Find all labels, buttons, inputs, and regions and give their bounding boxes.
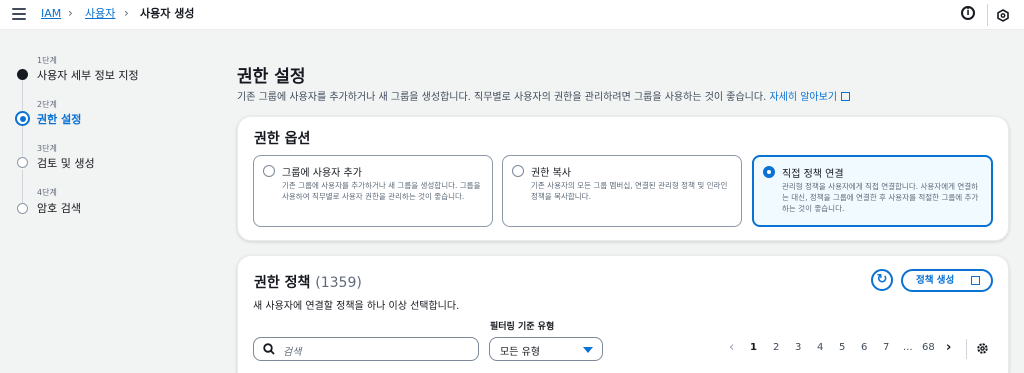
page-title: 권한 설정 xyxy=(237,67,306,87)
info-icon[interactable]: i xyxy=(961,6,975,20)
page-number[interactable]: 3 xyxy=(795,342,801,353)
option-title: 직접 정책 연결 xyxy=(782,169,844,180)
hexagon-settings-icon[interactable] xyxy=(997,9,1009,22)
policies-title-text: 권한 정책 xyxy=(254,275,311,291)
step-1-done-icon xyxy=(17,69,28,80)
policy-search-input[interactable]: 검색 xyxy=(253,337,479,361)
breadcrumb-users[interactable]: 사용자 xyxy=(85,7,115,21)
refresh-button[interactable]: ↻ xyxy=(871,269,893,291)
step-3-pending-icon xyxy=(17,157,28,168)
step-1-label[interactable]: 사용자 세부 정보 지정 xyxy=(37,67,139,83)
page-number[interactable]: 6 xyxy=(861,342,867,353)
page-ellipsis: ... xyxy=(903,342,913,353)
option-description: 기존 사용자의 모든 그룹 멤버십, 연결된 관리형 정책 및 인라인 정책을 … xyxy=(531,181,728,201)
option-title: 권한 복사 xyxy=(531,168,571,179)
toolbar-divider xyxy=(987,4,988,26)
radio-button-selected[interactable] xyxy=(763,166,775,178)
top-navigation-bar: IAM › 사용자 › 사용자 생성 i xyxy=(0,0,1024,30)
step-4-pending-icon xyxy=(17,203,28,214)
filter-type-value: 모든 유형 xyxy=(500,347,540,358)
radio-button[interactable] xyxy=(263,165,275,177)
learn-more-label: 자세히 알아보기 xyxy=(769,92,838,103)
gear-icon[interactable] xyxy=(976,342,989,355)
option-copy-permissions[interactable]: 권한 복사 기존 사용자의 모든 그룹 멤버십, 연결된 관리형 정책 및 인라… xyxy=(502,155,742,227)
step-3-label: 검토 및 생성 xyxy=(37,157,95,170)
refresh-icon: ↻ xyxy=(876,272,888,287)
page-description-text: 기존 그룹에 사용자를 추가하거나 새 그룹을 생성합니다. 직무별로 사용자의… xyxy=(237,92,767,103)
option-add-to-group[interactable]: 그룹에 사용자 추가 기존 그룹에 사용자를 추가하거나 새 그룹을 생성합니다… xyxy=(253,155,493,227)
option-title: 그룹에 사용자 추가 xyxy=(282,168,362,179)
option-attach-policies-directly[interactable]: 직접 정책 연결 관리형 정책을 사용자에게 직접 연결합니다. 사용자에게 연… xyxy=(752,155,993,227)
page-number[interactable]: 7 xyxy=(883,342,889,353)
page-number[interactable]: 5 xyxy=(839,342,845,353)
step-4-number: 4단계 xyxy=(37,188,57,197)
step-2-current-icon xyxy=(15,111,30,126)
filter-type-label: 필터링 기준 유형 xyxy=(490,322,555,332)
step-2-number: 2단계 xyxy=(37,100,57,109)
page-description: 기존 그룹에 사용자를 추가하거나 새 그룹을 생성합니다. 직무별로 사용자의… xyxy=(237,88,851,103)
breadcrumb-separator-icon: › xyxy=(124,6,129,20)
step-connector xyxy=(22,126,23,156)
step-2-label: 권한 설정 xyxy=(37,113,82,126)
page-number[interactable]: 68 xyxy=(922,342,935,353)
next-page-icon[interactable]: › xyxy=(946,340,951,355)
previous-page-icon[interactable]: ‹ xyxy=(729,340,734,355)
create-policy-label: 정책 생성 xyxy=(916,275,955,286)
step-connector xyxy=(22,170,23,203)
radio-button[interactable] xyxy=(512,165,524,177)
page-number[interactable]: 1 xyxy=(750,342,757,353)
step-1-number: 1단계 xyxy=(37,56,57,65)
page-number[interactable]: 2 xyxy=(773,342,779,353)
option-description: 기존 그룹에 사용자를 추가하거나 새 그룹을 생성합니다. 그룹을 사용하여 … xyxy=(282,181,481,201)
step-3-number: 3단계 xyxy=(37,144,57,153)
search-icon xyxy=(263,343,275,355)
breadcrumb-iam[interactable]: IAM xyxy=(41,7,61,21)
learn-more-link[interactable]: 자세히 알아보기 xyxy=(769,92,851,103)
permission-policies-title: 권한 정책 (1359) xyxy=(254,272,362,292)
external-link-icon xyxy=(971,276,980,285)
pagination-divider xyxy=(966,339,967,359)
breadcrumb-current: 사용자 생성 xyxy=(140,7,195,20)
step-4-label: 암호 검색 xyxy=(37,202,81,215)
search-placeholder: 검색 xyxy=(283,347,302,358)
filter-type-select[interactable]: 모든 유형 xyxy=(489,337,603,361)
external-link-icon xyxy=(841,92,851,101)
permission-options-title: 권한 옵션 xyxy=(254,131,311,147)
policies-description: 새 사용자에 연결할 정책을 하나 이상 선택합니다. xyxy=(253,301,460,312)
caret-down-icon xyxy=(583,347,593,353)
breadcrumb-separator-icon: › xyxy=(68,6,73,20)
option-description: 관리형 정책을 사용자에게 직접 연결합니다. 사용자에게 연결하는 대신, 정… xyxy=(782,182,979,213)
menu-icon[interactable] xyxy=(12,8,26,20)
page-number[interactable]: 4 xyxy=(817,342,823,353)
create-policy-button[interactable]: 정책 생성 xyxy=(901,269,993,292)
step-connector xyxy=(22,80,23,110)
policies-count: (1359) xyxy=(315,275,362,291)
